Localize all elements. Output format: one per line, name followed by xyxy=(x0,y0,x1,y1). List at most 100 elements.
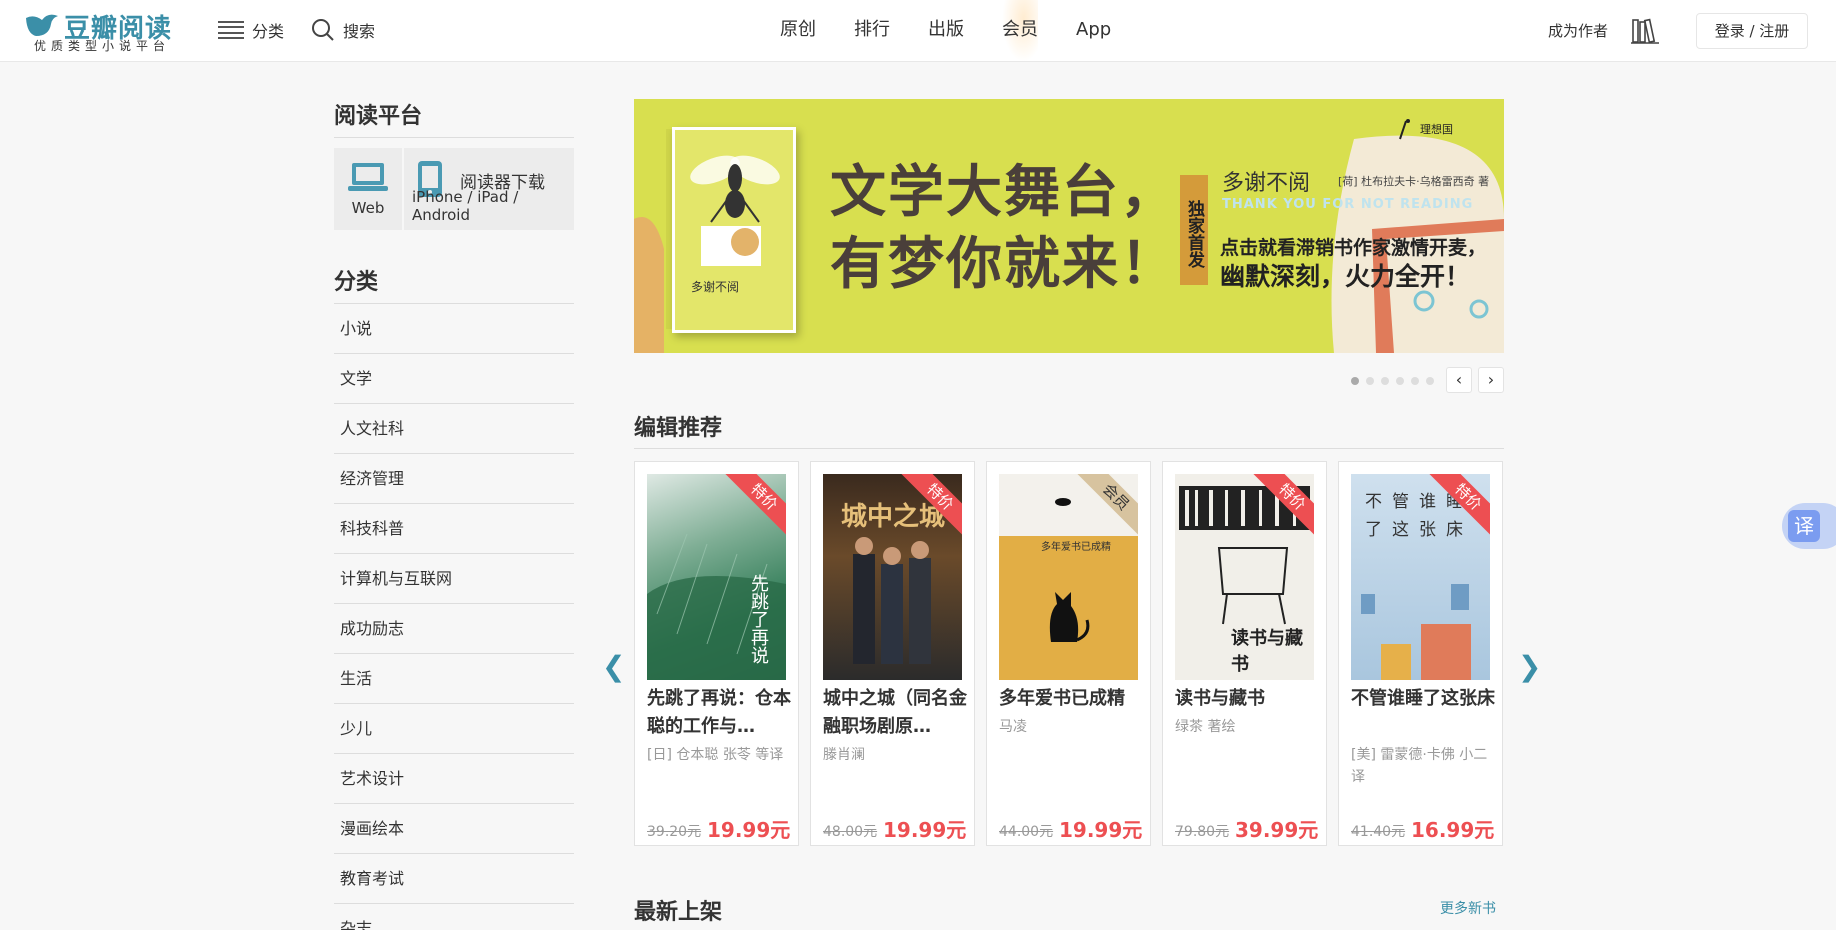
book-author: [美] 雷蒙德·卡佛 小二译 xyxy=(1351,747,1488,785)
bookshelf-icon[interactable] xyxy=(1630,16,1660,46)
sale-price: 39.99元 xyxy=(1235,818,1319,842)
nav-member[interactable]: 会员 xyxy=(1002,0,1038,62)
nav-original[interactable]: 原创 xyxy=(780,0,816,62)
sidebar: 阅读平台 Web 阅读器下载 iPhone / iPad / Android 分… xyxy=(334,98,574,930)
book-title: 城中之城（同名金融职场剧原… xyxy=(823,688,967,737)
category-item[interactable]: 经济管理 xyxy=(334,454,574,504)
category-item[interactable]: 生活 xyxy=(334,654,574,704)
chevron-left-icon: ‹ xyxy=(1455,370,1463,389)
app-download-link[interactable]: 阅读器下载 iPhone / iPad / Android xyxy=(404,148,574,230)
category-item[interactable]: 计算机与互联网 xyxy=(334,554,574,604)
category-item[interactable]: 文学 xyxy=(334,354,574,404)
book-cover: 读书与藏书 特价 xyxy=(1175,474,1314,680)
picks-prev-arrow[interactable]: ❮ xyxy=(602,650,625,683)
carousel-dot[interactable] xyxy=(1396,377,1404,385)
editor-picks-list: 先跳了再说 特价 先跳了再说：仓本聪的工作与… [日] 仓本聪 张苓 等译 39… xyxy=(634,461,1504,846)
web-label: Web xyxy=(351,199,385,217)
book-title: 先跳了再说：仓本聪的工作与… xyxy=(647,688,791,737)
menu-icon xyxy=(218,21,244,39)
category-menu-button[interactable]: 分类 xyxy=(218,18,284,42)
nav-publishing[interactable]: 出版 xyxy=(928,0,964,62)
sale-price: 16.99元 xyxy=(1411,818,1495,842)
sale-price: 19.99元 xyxy=(707,818,791,842)
book-author: 马凌 xyxy=(999,719,1027,735)
category-menu-label: 分类 xyxy=(252,22,285,41)
latest-title: 最新上架 xyxy=(634,900,723,925)
book-cover: 不管谁睡了这张床 特价 xyxy=(1351,474,1490,680)
original-price: 79.80元 xyxy=(1175,824,1230,840)
original-price: 44.00元 xyxy=(999,824,1054,840)
banner-headline-line2: 有梦你就来！ xyxy=(830,232,1178,297)
promo-banner[interactable]: 多谢不阅 文学大舞台， 有梦你就来！ 独家首发 多谢不阅 [荷] 杜布拉夫卡·乌… xyxy=(634,99,1504,353)
insect-illustration-icon xyxy=(690,155,780,266)
platform-list: Web 阅读器下载 iPhone / iPad / Android xyxy=(334,148,574,230)
carousel-dot[interactable] xyxy=(1411,377,1419,385)
category-item[interactable]: 艺术设计 xyxy=(334,754,574,804)
carousel-dot[interactable] xyxy=(1366,377,1374,385)
book-cover: 多年爱书已成精 会员 xyxy=(999,474,1138,680)
banner-promo-line1: 点击就看滞销书作家激情开麦， xyxy=(1220,237,1487,259)
editor-picks-divider xyxy=(634,448,1504,449)
web-reader-link[interactable]: Web xyxy=(334,148,402,230)
carousel-dot[interactable] xyxy=(1426,377,1434,385)
chevron-right-icon: › xyxy=(1487,370,1495,389)
nav-app[interactable]: App xyxy=(1076,0,1111,62)
banner-cover-title: 多谢不阅 xyxy=(691,280,740,294)
become-author-link[interactable]: 成为作者 xyxy=(1548,20,1608,41)
banner-book-author: [荷] 杜布拉夫卡·乌格雷西奇 著 xyxy=(1338,175,1490,188)
book-card[interactable]: 读书与藏书 特价 读书与藏书 绿茶 著绘 79.80元 39.99元 xyxy=(1162,461,1327,846)
nav-ranking[interactable]: 排行 xyxy=(854,0,890,62)
category-item[interactable]: 教育考试 xyxy=(334,854,574,904)
banner-headline-line1: 文学大舞台， xyxy=(830,160,1178,225)
category-item[interactable]: 少儿 xyxy=(334,704,574,754)
cover-title-text: 多年爱书已成精 xyxy=(1041,542,1111,553)
book-card[interactable]: 先跳了再说 特价 先跳了再说：仓本聪的工作与… [日] 仓本聪 张苓 等译 39… xyxy=(634,461,799,846)
category-item[interactable]: 漫画绘本 xyxy=(334,804,574,854)
category-item[interactable]: 小说 xyxy=(334,304,574,354)
banner-book-cover: 多谢不阅 xyxy=(672,127,796,333)
book-cover: 先跳了再说 特价 xyxy=(647,474,786,680)
sale-price: 19.99元 xyxy=(1059,818,1143,842)
search-button[interactable]: 搜索 xyxy=(311,17,375,43)
picks-next-arrow[interactable]: ❯ xyxy=(1518,650,1541,683)
banner-exclusive-tag: 独家首发 xyxy=(1180,175,1208,285)
laptop-icon xyxy=(348,163,388,191)
original-price: 41.40元 xyxy=(1351,824,1406,840)
book-card[interactable]: 多年爱书已成精 会员 多年爱书已成精 马凌 44.00元 19.99元 xyxy=(986,461,1151,846)
cover-title-text: 先跳了再说 xyxy=(748,574,769,664)
translate-widget[interactable]: 译 xyxy=(1782,503,1836,549)
category-item[interactable]: 科技科普 xyxy=(334,504,574,554)
banner-headline: 文学大舞台， 有梦你就来！ xyxy=(830,157,1178,301)
carousel-prev-button[interactable]: ‹ xyxy=(1446,367,1472,393)
category-item[interactable]: 杂志 xyxy=(334,904,574,930)
publisher-logo-icon xyxy=(1399,119,1410,140)
top-header: 豆瓣阅读 优质类型小说平台 分类 搜索 原创 排行 出版 会员 App 成为作者… xyxy=(0,0,1836,62)
bird-logo-icon xyxy=(26,14,58,36)
category-item[interactable]: 成功励志 xyxy=(334,604,574,654)
search-label: 搜索 xyxy=(343,22,376,41)
carousel-dot[interactable] xyxy=(1381,377,1389,385)
original-price: 39.20元 xyxy=(647,824,702,840)
book-title: 读书与藏书 xyxy=(1175,688,1265,709)
logo[interactable]: 豆瓣阅读 优质类型小说平台 xyxy=(24,8,174,53)
carousel-dot[interactable] xyxy=(1351,377,1359,385)
book-card[interactable]: 城中之城 特价 城中之城（同名金融职场剧原… 滕肖澜 48.00元 19.99元 xyxy=(810,461,975,846)
publisher-name: 理想国 xyxy=(1420,123,1453,136)
login-register-button[interactable]: 登录 / 注册 xyxy=(1696,13,1808,49)
book-author: 滕肖澜 xyxy=(823,747,865,763)
devices-label: iPhone / iPad / Android xyxy=(412,188,519,224)
book-cover: 城中之城 特价 xyxy=(823,474,962,680)
carousel-next-button[interactable]: › xyxy=(1478,367,1504,393)
category-list: 小说 文学 人文社科 经济管理 科技科普 计算机与互联网 成功励志 生活 少儿 … xyxy=(334,304,574,930)
book-card[interactable]: 不管谁睡了这张床 特价 不管谁睡了这张床 [美] 雷蒙德·卡佛 小二译 41.4… xyxy=(1338,461,1503,846)
more-new-books-link[interactable]: 更多新书 xyxy=(1440,898,1496,918)
banner-book-name: 多谢不阅 xyxy=(1222,171,1311,196)
banner-book-english: THANK YOU FOR NOT READING xyxy=(1222,197,1474,212)
original-price: 48.00元 xyxy=(823,824,878,840)
banner-promo-line2: 幽默深刻，火力全开！ xyxy=(1220,262,1471,291)
category-item[interactable]: 人文社科 xyxy=(334,404,574,454)
sale-price: 19.99元 xyxy=(883,818,967,842)
editor-picks-title: 编辑推荐 xyxy=(634,416,723,441)
logo-slogan: 优质类型小说平台 xyxy=(34,39,171,53)
book-title: 多年爱书已成精 xyxy=(999,688,1125,709)
